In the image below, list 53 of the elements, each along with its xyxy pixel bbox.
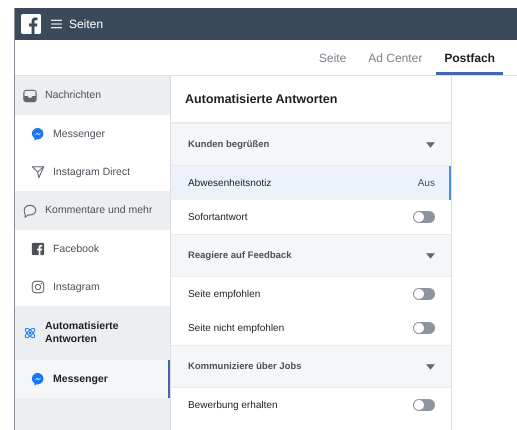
sidebar-section[interactable]: Automatisierte Antworten — [15, 306, 170, 360]
page-title: Seiten — [69, 17, 104, 31]
atom-icon — [23, 326, 37, 340]
setting-row[interactable]: Bewerbung erhalten — [171, 388, 451, 422]
item-label: Messenger — [53, 128, 105, 140]
setting-label: Seite nicht empfohlen — [188, 322, 284, 334]
sidebar-item[interactable]: Instagram Direct — [15, 153, 170, 191]
toggle-switch[interactable] — [413, 288, 435, 300]
setting-row[interactable]: Seite empfohlen — [171, 277, 451, 311]
messenger-icon — [31, 372, 45, 386]
toggle-switch[interactable] — [413, 399, 435, 411]
item-label: Facebook — [53, 243, 100, 255]
setting-label: Sofortantwort — [188, 212, 248, 222]
sidebar-item[interactable]: Messenger — [15, 360, 170, 398]
sidebar-section[interactable]: Nachrichten — [15, 76, 170, 115]
section-label: Reagiere auf Feedback — [188, 250, 292, 261]
instagram-icon — [31, 280, 45, 294]
item-label: Messenger — [53, 373, 108, 385]
tab[interactable]: Ad Center — [360, 40, 430, 75]
menu-icon[interactable] — [51, 19, 62, 29]
setting-row[interactable]: Seite nicht empfohlen — [171, 311, 451, 345]
setting-label: Abwesenheitsnotiz — [188, 178, 272, 188]
setting-label: Seite empfohlen — [188, 288, 260, 300]
sidebar-item[interactable]: Instagram — [15, 268, 170, 306]
facebook-logo-icon[interactable] — [21, 14, 41, 34]
section-header[interactable]: Kunden begrüßen — [171, 123, 451, 166]
caret-icon — [426, 252, 435, 258]
toggle-switch[interactable] — [413, 211, 435, 223]
messenger-icon — [31, 127, 45, 141]
setting-row[interactable]: Abwesenheitsnotiz Aus — [171, 166, 451, 200]
section-label: Kommentare und mehr — [45, 204, 152, 217]
toggle-switch[interactable] — [413, 322, 435, 334]
caret-icon — [426, 364, 435, 370]
section-label: Kunden begrüßen — [188, 139, 270, 150]
section-label: Nachrichten — [45, 89, 102, 102]
paper-plane-icon — [31, 165, 45, 179]
setting-label: Bewerbung erhalten — [188, 400, 278, 410]
facebook-icon — [31, 242, 45, 256]
section-label: Kommuniziere über Jobs — [188, 361, 302, 372]
item-label: Instagram — [53, 281, 100, 293]
sidebar-item[interactable]: Messenger — [15, 115, 170, 153]
setting-row[interactable]: Sofortantwort — [171, 200, 451, 234]
section-header[interactable]: Kommuniziere über Jobs — [171, 345, 451, 388]
sidebar-item[interactable]: Facebook — [15, 230, 170, 268]
tab[interactable]: Seite — [310, 40, 354, 75]
speech-bubble-icon — [23, 204, 37, 218]
item-label: Instagram Direct — [53, 166, 130, 178]
caret-icon — [426, 142, 435, 148]
inbox-icon — [23, 88, 37, 102]
sidebar-section[interactable]: Kommentare und mehr — [15, 191, 170, 230]
section-header[interactable]: Reagiere auf Feedback — [171, 234, 451, 277]
setting-value: Aus — [418, 178, 435, 188]
section-label: Automatisierte Antworten — [45, 320, 120, 346]
